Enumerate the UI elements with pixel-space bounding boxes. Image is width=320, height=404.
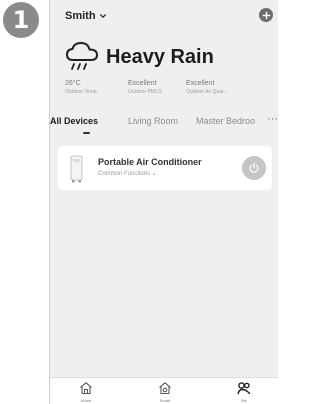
nav-smart[interactable]: Smart (145, 378, 185, 404)
nav-home-label: Home (80, 398, 92, 403)
stat-label: Outdoor Temp. (65, 89, 98, 95)
add-device-button[interactable] (259, 8, 273, 22)
nav-me-label: Me (241, 398, 247, 403)
power-icon (249, 162, 259, 173)
bottom-navigation: Home Smart Me (50, 377, 278, 404)
plus-icon (262, 11, 270, 19)
outdoor-pm25-stat: Excellent Outdoor PM2.5 (128, 80, 162, 95)
home-icon (80, 382, 92, 395)
cloud-rain-icon (66, 42, 98, 70)
outdoor-air-quality-stat: Excellent Outdoor Air Qual... (186, 80, 227, 95)
home-selector[interactable]: Smith (65, 10, 107, 22)
air-conditioner-icon (70, 155, 83, 183)
step-number-badge: 1 (3, 2, 39, 38)
device-card[interactable]: Portable Air Conditioner Common Function… (58, 146, 272, 190)
smart-house-icon (159, 382, 171, 395)
stat-value: Excellent (128, 80, 157, 87)
nav-home[interactable]: Home (66, 378, 106, 404)
tab-living-room[interactable]: Living Room (128, 116, 178, 126)
active-tab-indicator (83, 132, 90, 134)
nav-smart-label: Smart (159, 398, 171, 403)
device-name: Portable Air Conditioner (98, 157, 202, 167)
power-button[interactable] (242, 156, 266, 180)
phone-screen: Smith Heavy Rain 26°C Outdoor Temp. Exce… (49, 0, 278, 404)
stat-value: Excellent (186, 80, 215, 87)
room-tabs: All Devices Living Room Master Bedroo ··… (50, 113, 278, 134)
common-functions-toggle[interactable]: Common Functions ⌄ (98, 170, 157, 177)
nav-me[interactable]: Me (224, 378, 264, 404)
stat-value: 26°C (65, 80, 81, 87)
top-bar: Smith (50, 0, 278, 30)
tab-all-devices[interactable]: All Devices (50, 116, 98, 126)
me-icon (237, 382, 251, 395)
home-name-label: Smith (65, 10, 96, 22)
weather-condition: Heavy Rain (106, 46, 214, 68)
outdoor-temp-stat: 26°C Outdoor Temp. (65, 80, 98, 95)
tab-master-bedroom[interactable]: Master Bedroo (196, 116, 266, 126)
chevron-down-icon (99, 14, 106, 18)
stat-label: Outdoor Air Qual... (186, 89, 228, 95)
more-rooms-button[interactable]: ··· (266, 113, 278, 125)
stat-label: Outdoor PM2.5 (128, 89, 162, 95)
